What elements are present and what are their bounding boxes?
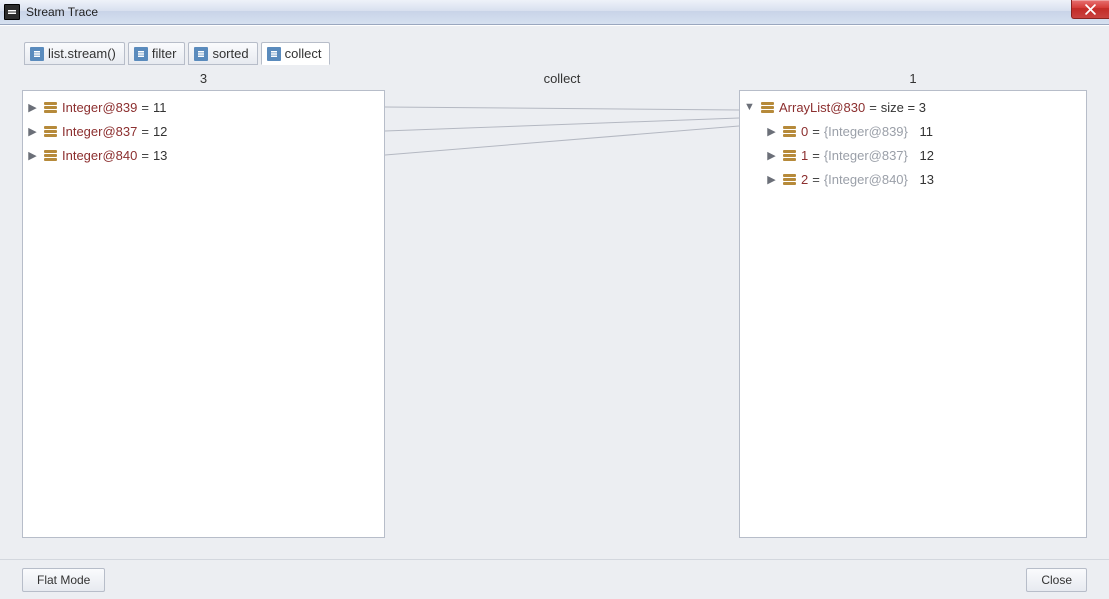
dialog-footer: Flat Mode Close [0, 559, 1109, 599]
stream-op-icon [267, 47, 281, 61]
object-icon [781, 171, 797, 187]
object-icon [781, 123, 797, 139]
tab-filter[interactable]: filter [128, 42, 186, 65]
equals: = [812, 124, 820, 139]
object-value: 13 [920, 172, 934, 187]
tab-collect[interactable]: collect [261, 42, 331, 65]
expand-icon[interactable]: ▶ [766, 149, 777, 162]
object-ref: ArrayList@830 [779, 100, 865, 115]
input-tree: ▶ Integer@839 = 11 ▶ Integer@837 = 12 [23, 91, 384, 171]
object-value: 11 [920, 124, 934, 139]
index-ref: 0 [801, 124, 808, 139]
object-ref: Integer@840 [62, 148, 137, 163]
stream-op-icon [134, 47, 148, 61]
window-title: Stream Trace [26, 5, 98, 19]
window-close-button[interactable] [1071, 0, 1109, 19]
index-ref: 2 [801, 172, 808, 187]
object-detail: {Integer@839} [824, 124, 908, 139]
object-ref: Integer@837 [62, 124, 137, 139]
client-area: list.stream() filter sorted collect 3 co… [0, 25, 1109, 599]
expand-icon[interactable]: ▶ [766, 173, 777, 186]
tab-label: sorted [212, 46, 248, 61]
expand-icon[interactable]: ▶ [27, 149, 38, 162]
right-count-header: 1 [739, 71, 1087, 86]
tree-item-child[interactable]: ▶ 0 = {Integer@839} 11 [744, 119, 1082, 143]
stream-op-icon [194, 47, 208, 61]
tab-label: list.stream() [48, 46, 116, 61]
output-tree: ▼ ArrayList@830 = size = 3 ▶ 0 = [740, 91, 1086, 195]
element-connectors [385, 90, 739, 538]
object-value: 13 [153, 148, 167, 163]
tab-list-stream[interactable]: list.stream() [24, 42, 125, 65]
index-ref: 1 [801, 148, 808, 163]
input-panel: ▶ Integer@839 = 11 ▶ Integer@837 = 12 [22, 90, 385, 538]
object-icon [759, 99, 775, 115]
close-icon [1085, 4, 1096, 15]
object-detail: {Integer@840} [824, 172, 908, 187]
object-icon [42, 147, 58, 163]
left-count-header: 3 [22, 71, 385, 86]
tab-label: collect [285, 46, 322, 61]
tree-item-child[interactable]: ▶ 2 = {Integer@840} 13 [744, 167, 1082, 191]
equals: = [812, 172, 820, 187]
equals: = [141, 148, 149, 163]
object-icon [42, 99, 58, 115]
object-icon [781, 147, 797, 163]
object-detail: {Integer@837} [824, 148, 908, 163]
stage-name-header: collect [385, 71, 739, 86]
expand-icon[interactable]: ▶ [27, 101, 38, 114]
stream-op-icon [30, 47, 44, 61]
object-ref: Integer@839 [62, 100, 137, 115]
panels-area: ▶ Integer@839 = 11 ▶ Integer@837 = 12 [22, 90, 1087, 538]
tree-item[interactable]: ▶ Integer@839 = 11 [27, 95, 380, 119]
flat-mode-button[interactable]: Flat Mode [22, 568, 105, 592]
column-headers: 3 collect 1 [0, 65, 1109, 86]
titlebar: Stream Trace [0, 0, 1109, 25]
expand-icon[interactable]: ▶ [766, 125, 777, 138]
tree-item[interactable]: ▶ Integer@840 = 13 [27, 143, 380, 167]
collapse-icon[interactable]: ▼ [744, 101, 755, 113]
close-button[interactable]: Close [1026, 568, 1087, 592]
equals: = [812, 148, 820, 163]
tab-label: filter [152, 46, 177, 61]
tree-item-child[interactable]: ▶ 1 = {Integer@837} 12 [744, 143, 1082, 167]
app-icon [4, 4, 20, 20]
equals: = [141, 124, 149, 139]
equals: = [869, 100, 877, 115]
equals: = [141, 100, 149, 115]
object-icon [42, 123, 58, 139]
object-size: size = 3 [881, 100, 926, 115]
tree-item-root[interactable]: ▼ ArrayList@830 = size = 3 [744, 95, 1082, 119]
object-value: 12 [153, 124, 167, 139]
tab-strip: list.stream() filter sorted collect [0, 26, 1109, 65]
tab-sorted[interactable]: sorted [188, 42, 257, 65]
object-value: 11 [153, 100, 167, 115]
tree-item[interactable]: ▶ Integer@837 = 12 [27, 119, 380, 143]
object-value: 12 [920, 148, 934, 163]
expand-icon[interactable]: ▶ [27, 125, 38, 138]
output-panel: ▼ ArrayList@830 = size = 3 ▶ 0 = [739, 90, 1087, 538]
